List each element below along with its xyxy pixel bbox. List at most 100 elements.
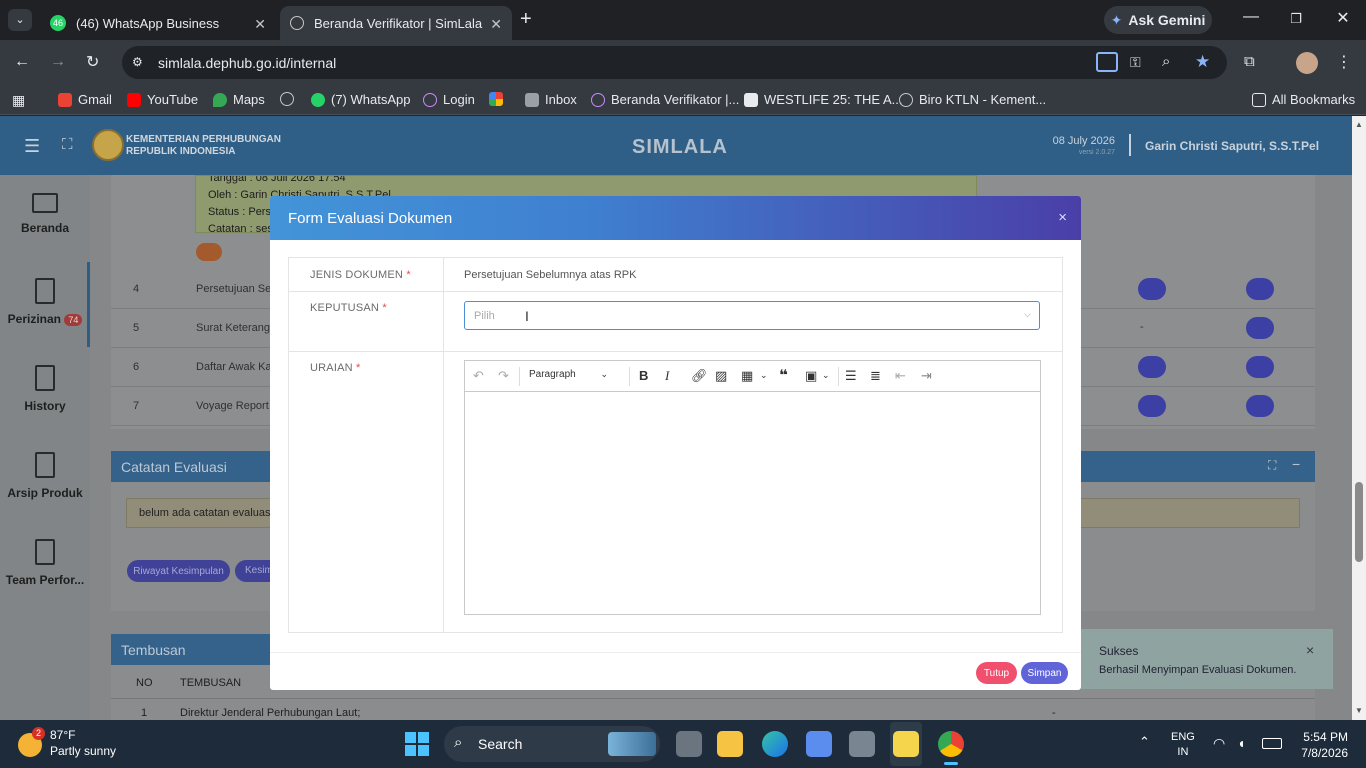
riwayat-kesimpulan-button[interactable]: Riwayat Kesimpulan: [127, 560, 230, 582]
tutup-button[interactable]: Tutup: [976, 662, 1017, 684]
new-tab-button[interactable]: +: [520, 8, 532, 31]
bookmark-inbox[interactable]: Inbox: [525, 92, 577, 107]
apps-grid-icon[interactable]: ▦: [12, 92, 25, 109]
redo-icon[interactable]: ↷: [498, 368, 509, 384]
indent-icon[interactable]: ⇥: [921, 368, 932, 384]
kesimpulan-button[interactable]: Kesim: [235, 560, 275, 582]
close-tab-icon[interactable]: ✕: [490, 16, 502, 33]
task-view-icon[interactable]: [676, 731, 702, 757]
minimize-icon[interactable]: —: [1236, 8, 1266, 26]
sidebar-item-team-performance[interactable]: Team Perfor...: [0, 539, 90, 587]
scroll-thumb[interactable]: [1355, 482, 1363, 562]
extensions-icon[interactable]: ⧉: [1244, 53, 1255, 70]
download-button[interactable]: [1138, 356, 1166, 378]
file-explorer-icon[interactable]: [717, 731, 743, 757]
zoom-icon[interactable]: ⌕: [1162, 53, 1170, 70]
bookmark-beranda[interactable]: Beranda Verifikator |...: [591, 92, 739, 107]
maximize-icon[interactable]: ❐: [1281, 11, 1311, 27]
close-tab-icon[interactable]: ✕: [254, 16, 266, 33]
start-button[interactable]: [405, 732, 429, 756]
weather-widget[interactable]: 2 87°F Partly sunny: [18, 727, 128, 763]
table-icon[interactable]: ▦: [741, 368, 753, 384]
paragraph-format-dropdown[interactable]: Paragraph ⌄: [529, 369, 608, 380]
numbered-list-icon[interactable]: ≣: [870, 368, 881, 384]
chevron-down-icon[interactable]: ⌄: [760, 370, 768, 381]
fullscreen-icon[interactable]: ⛶: [62, 136, 73, 153]
bookmark-westlife[interactable]: WESTLIFE 25: THE A...: [744, 92, 902, 107]
undo-icon[interactable]: ↶: [473, 368, 484, 384]
bookmark-maps[interactable]: Maps: [213, 92, 265, 107]
toast-close-icon[interactable]: ×: [1306, 642, 1314, 658]
battery-icon[interactable]: [1262, 738, 1282, 749]
edit-button[interactable]: [1246, 356, 1274, 378]
reload-icon[interactable]: ↻: [86, 52, 99, 72]
site-info-icon[interactable]: ⚙: [132, 55, 143, 69]
ask-gemini-button[interactable]: ✦ Ask Gemini: [1104, 6, 1212, 34]
collapse-icon[interactable]: −: [1292, 456, 1300, 472]
menu-kebab-icon[interactable]: ⋮: [1336, 52, 1352, 72]
bookmark-youtube[interactable]: YouTube: [127, 92, 198, 107]
language-indicator[interactable]: ENG IN: [1171, 730, 1195, 760]
sidebar-item-beranda[interactable]: Beranda: [0, 193, 90, 235]
sidebar-item-perizinan[interactable]: Perizinan 74: [0, 278, 90, 326]
modal-title: Form Evaluasi Dokumen: [288, 210, 453, 227]
document-icon: [35, 278, 55, 304]
forward-icon[interactable]: →: [50, 53, 66, 71]
link-icon[interactable]: 🔗︎: [691, 368, 708, 384]
password-key-icon[interactable]: ⚿: [1130, 54, 1141, 71]
simpan-button[interactable]: Simpan: [1021, 662, 1068, 684]
bookmark-biro-ktln[interactable]: Biro KTLN - Kement...: [899, 92, 1046, 107]
blockquote-icon[interactable]: ❝: [779, 366, 788, 384]
bookmark-whatsapp[interactable]: (7) WhatsApp: [311, 92, 410, 107]
expand-icon[interactable]: ⛶: [1268, 458, 1276, 473]
url-text[interactable]: simlala.dephub.go.id/internal: [158, 55, 336, 71]
edit-button[interactable]: [1246, 278, 1274, 300]
bookmark-globe[interactable]: [280, 92, 300, 106]
sidebar-item-arsip-produk[interactable]: Arsip Produk: [0, 452, 90, 500]
show-hidden-icons[interactable]: ⌃: [1139, 734, 1150, 750]
bulleted-list-icon[interactable]: ☰: [845, 368, 857, 384]
editor-content-area[interactable]: [465, 393, 1040, 614]
bookmark-photos[interactable]: [489, 92, 509, 106]
tab-whatsapp[interactable]: 46 (46) WhatsApp Business ✕: [40, 6, 276, 40]
italic-icon[interactable]: I: [665, 368, 669, 384]
chrome-icon[interactable]: [938, 731, 964, 757]
profile-avatar[interactable]: [1296, 52, 1318, 74]
scroll-down-icon[interactable]: ▼: [1355, 706, 1363, 715]
tab-title: Beranda Verifikator | SimLala: [314, 15, 483, 31]
user-name[interactable]: Garin Christi Saputri, S.S.T.Pel: [1145, 139, 1319, 153]
close-icon[interactable]: ×: [1058, 209, 1067, 226]
outdent-icon[interactable]: ⇤: [895, 368, 906, 384]
bookmark-star-icon[interactable]: ★: [1195, 52, 1210, 72]
search-note-button[interactable]: [196, 243, 222, 261]
close-window-icon[interactable]: ✕: [1328, 8, 1358, 28]
scroll-up-icon[interactable]: ▲: [1355, 120, 1363, 129]
edit-button[interactable]: [1246, 317, 1274, 339]
insert-image-icon[interactable]: ▨: [715, 368, 727, 384]
taskbar-search[interactable]: ⌕ Search: [444, 726, 660, 762]
bookmark-login[interactable]: Login: [423, 92, 475, 107]
edge-icon[interactable]: [762, 731, 788, 757]
edit-button[interactable]: [1246, 395, 1274, 417]
tab-simlala[interactable]: Beranda Verifikator | SimLala ✕: [280, 6, 512, 40]
volume-icon[interactable]: ◖: [1237, 735, 1245, 751]
chevron-down-icon[interactable]: ⌄: [822, 370, 830, 381]
version-label: versi 2.0.27: [1078, 149, 1115, 156]
media-embed-icon[interactable]: ▣: [805, 368, 817, 384]
bold-icon[interactable]: B: [639, 368, 648, 383]
all-bookmarks[interactable]: All Bookmarks: [1252, 92, 1355, 107]
tab-search-button[interactable]: ⌄: [8, 9, 32, 31]
sidebar-item-history[interactable]: History: [0, 365, 90, 413]
install-app-icon[interactable]: [1096, 52, 1118, 72]
vscode-icon[interactable]: [806, 731, 832, 757]
hamburger-icon[interactable]: ☰: [24, 136, 40, 157]
clock[interactable]: 5:54 PM 7/8/2026: [1290, 729, 1348, 761]
camera-icon[interactable]: [849, 731, 875, 757]
page-scrollbar[interactable]: ▲ ▼: [1352, 116, 1366, 720]
wifi-icon[interactable]: ◠: [1213, 735, 1225, 752]
back-icon[interactable]: ←: [14, 53, 30, 71]
bookmark-gmail[interactable]: Gmail: [58, 92, 112, 107]
download-button[interactable]: [1138, 278, 1166, 300]
keputusan-select[interactable]: Pilih ⌵ I: [464, 301, 1040, 330]
download-button[interactable]: [1138, 395, 1166, 417]
